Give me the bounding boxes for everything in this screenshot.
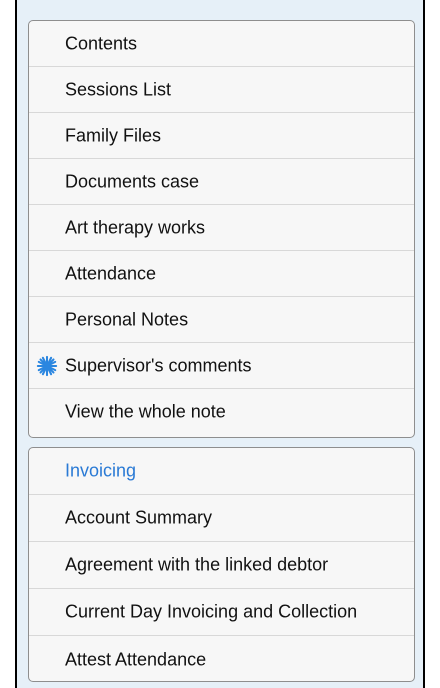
menu-item-attendance[interactable]: Attendance: [29, 251, 414, 297]
menu-item-documents-case[interactable]: Documents case: [29, 159, 414, 205]
menu-item-label: View the whole note: [65, 401, 226, 422]
menu-item-personal-notes[interactable]: Personal Notes: [29, 297, 414, 343]
menu-item-label: Account Summary: [65, 507, 213, 528]
menu-item-label: Agreement with the linked debtor: [65, 554, 329, 575]
invoicing-menu-group: Invoicing Account Summary Agreement with…: [28, 447, 415, 682]
menu-item-label: Supervisor's comments: [65, 355, 252, 375]
menu-item-current-day-invoicing[interactable]: Current Day Invoicing and Collection: [29, 589, 414, 636]
menu-item-family-files[interactable]: Family Files: [29, 113, 414, 159]
menu-item-label: Art therapy works: [65, 217, 206, 237]
menu-item-view-whole-note[interactable]: View the whole note: [29, 389, 414, 435]
notes-menu-group: Contents Sessions List Family Files Docu…: [28, 20, 415, 438]
invoicing-section-header: Invoicing: [29, 448, 414, 495]
menu-item-label: Personal Notes: [65, 309, 189, 329]
burst-star-icon: [36, 355, 58, 376]
menu-item-label: Sessions List: [65, 79, 172, 99]
menu-item-agreement-linked-debtor[interactable]: Agreement with the linked debtor: [29, 542, 414, 589]
navigation-panel: Contents Sessions List Family Files Docu…: [15, 0, 425, 688]
menu-item-art-therapy-works[interactable]: Art therapy works: [29, 205, 414, 251]
menu-item-sessions-list[interactable]: Sessions List: [29, 67, 414, 113]
menu-item-attest-attendance[interactable]: Attest Attendance: [29, 636, 414, 681]
menu-item-supervisors-comments[interactable]: Supervisor's comments: [29, 343, 414, 389]
menu-item-account-summary[interactable]: Account Summary: [29, 495, 414, 542]
menu-item-label: Attendance: [65, 263, 157, 283]
menu-item-label: Current Day Invoicing and Collection: [65, 601, 358, 622]
section-header-label: Invoicing: [65, 460, 137, 481]
menu-item-label: Attest Attendance: [65, 649, 207, 669]
menu-item-contents[interactable]: Contents: [29, 21, 414, 67]
menu-item-label: Documents case: [65, 171, 200, 191]
menu-item-label: Contents: [65, 33, 138, 53]
menu-item-label: Family Files: [65, 125, 162, 145]
